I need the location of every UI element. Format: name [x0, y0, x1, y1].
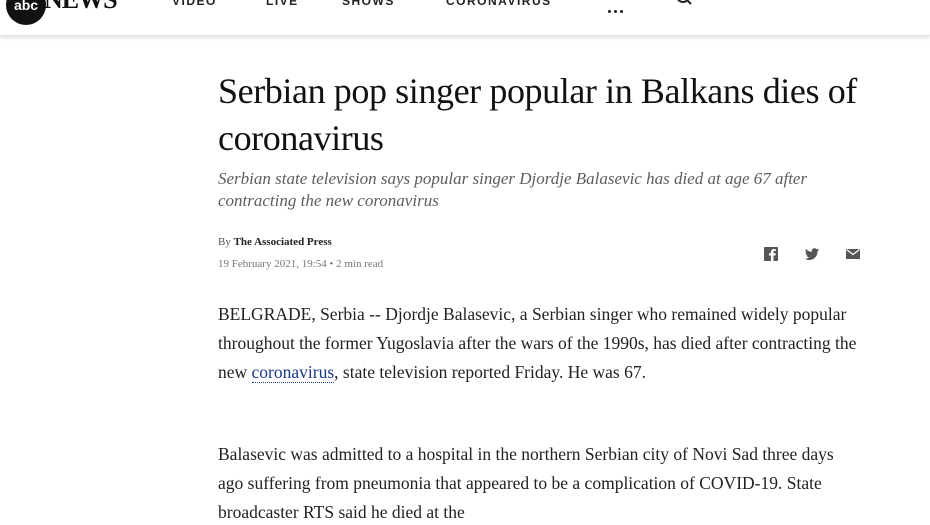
nav-item-live[interactable]: LIVE	[266, 0, 299, 8]
read-time: • 2 min read	[329, 258, 384, 270]
nav-item-coronavirus[interactable]: CORONAVIRUS	[446, 0, 552, 8]
news-logo-text: NEWS	[44, 0, 118, 15]
article-dateline: 19 February 2021, 19:54 • 2 min read	[218, 258, 383, 270]
article-headline: Serbian pop singer popular in Balkans di…	[218, 71, 857, 158]
article-paragraph-2: Balasevic was admitted to a hospital in …	[218, 444, 834, 522]
email-icon[interactable]	[845, 246, 861, 262]
nav-item-video[interactable]: VIDEO	[172, 0, 217, 8]
publish-date: 19 February 2021, 19:54	[218, 258, 327, 270]
nav-item-shows[interactable]: SHOWS	[342, 0, 395, 8]
more-menu-icon[interactable]	[608, 0, 626, 18]
article-subheadline: Serbian state television says popular si…	[218, 169, 808, 210]
coronavirus-link[interactable]: coronavirus	[251, 362, 335, 383]
byline-prefix: By	[218, 236, 231, 248]
byline-author[interactable]: The Associated Press	[234, 236, 332, 248]
top-navigation-bar: abc NEWS VIDEO LIVE SHOWS CORONAVIRUS	[0, 0, 930, 36]
article-paragraph-1: BELGRADE, Serbia -- Djordje Balasevic, a…	[218, 300, 858, 387]
article-byline: By The Associated Press	[218, 236, 332, 248]
abc-news-logo[interactable]: abc NEWS	[6, 0, 118, 25]
facebook-icon[interactable]	[763, 246, 779, 262]
abc-logo-mark: abc	[6, 0, 46, 25]
search-icon[interactable]	[674, 0, 694, 6]
twitter-icon[interactable]	[804, 246, 820, 262]
paragraph-1-text-end: , state television reported Friday. He w…	[334, 362, 646, 382]
